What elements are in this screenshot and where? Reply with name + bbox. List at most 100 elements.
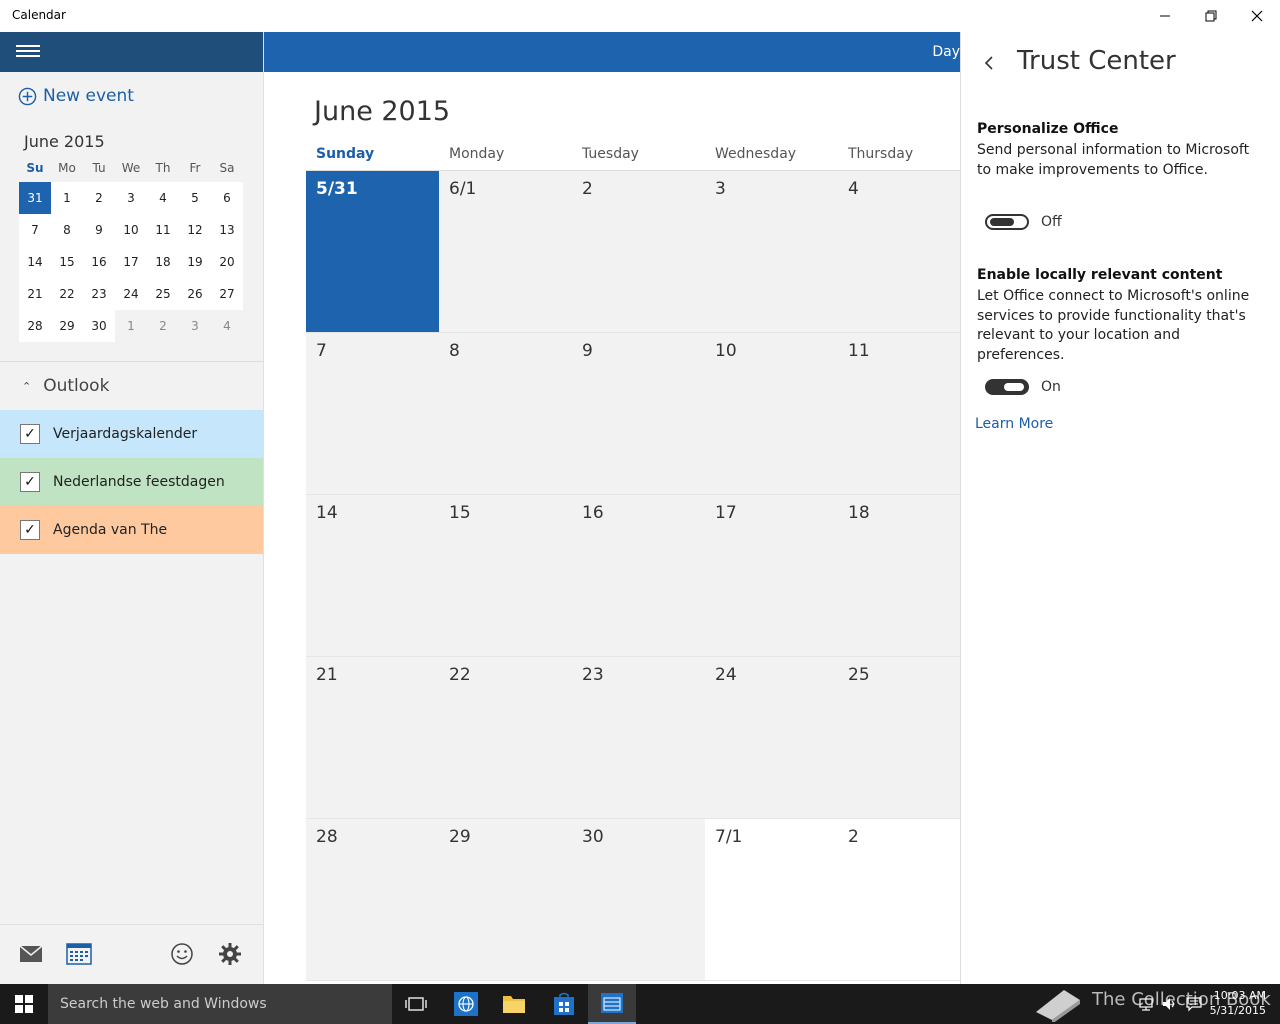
mini-day[interactable]: 13 [211, 214, 243, 246]
mini-day[interactable]: 9 [83, 214, 115, 246]
personalize-office-title: Personalize Office [977, 121, 1119, 137]
day-cell[interactable]: 11 [838, 333, 960, 495]
system-clock[interactable]: 10:03 AM 5/31/2015 [1210, 988, 1266, 1018]
weekday-label: Monday [449, 146, 505, 162]
day-cell[interactable]: 15 [439, 495, 572, 657]
day-cell[interactable]: 2 [572, 171, 705, 333]
mini-day[interactable]: 4 [147, 182, 179, 214]
back-arrow-icon[interactable] [981, 54, 999, 72]
mini-day[interactable]: 17 [115, 246, 147, 278]
day-cell[interactable]: 18 [838, 495, 960, 657]
action-center-icon[interactable] [1186, 996, 1202, 1012]
mini-day[interactable]: 21 [19, 278, 51, 310]
mail-icon[interactable] [18, 941, 44, 967]
mini-day[interactable]: 5 [179, 182, 211, 214]
hamburger-menu-icon[interactable] [16, 42, 40, 62]
day-cell[interactable]: 29 [439, 819, 572, 981]
mini-day[interactable]: 19 [179, 246, 211, 278]
day-cell[interactable]: 9 [572, 333, 705, 495]
mini-day[interactable]: 25 [147, 278, 179, 310]
calendar-app-icon[interactable] [588, 984, 636, 1024]
outlook-group-header[interactable]: ⌃ Outlook [22, 376, 109, 396]
mini-day[interactable]: 15 [51, 246, 83, 278]
day-cell[interactable]: 25 [838, 657, 960, 819]
calendar-checkbox[interactable]: ✓ [20, 520, 40, 540]
local-content-toggle[interactable] [985, 379, 1029, 395]
day-cell[interactable]: 17 [705, 495, 838, 657]
day-cell[interactable]: 7 [306, 333, 439, 495]
day-cell[interactable]: 21 [306, 657, 439, 819]
file-explorer-icon[interactable] [490, 984, 538, 1024]
mini-day[interactable]: 22 [51, 278, 83, 310]
day-cell[interactable]: 5/31 [306, 171, 439, 333]
learn-more-link[interactable]: Learn More [975, 416, 1053, 432]
mini-day[interactable]: 6 [211, 182, 243, 214]
mini-day[interactable]: 26 [179, 278, 211, 310]
day-cell[interactable]: 22 [439, 657, 572, 819]
day-cell[interactable]: 6/1 [439, 171, 572, 333]
day-number: 23 [582, 665, 604, 685]
day-cell[interactable]: 24 [705, 657, 838, 819]
new-event-button[interactable]: New event [18, 86, 134, 106]
day-view-button[interactable]: Day [932, 44, 960, 60]
mini-day[interactable]: 3 [115, 182, 147, 214]
mini-day[interactable]: 2 [147, 310, 179, 342]
calendar-icon[interactable] [66, 941, 92, 967]
day-cell[interactable]: 14 [306, 495, 439, 657]
minimize-button[interactable] [1142, 0, 1188, 32]
feedback-smiley-icon[interactable] [169, 941, 195, 967]
day-cell[interactable]: 8 [439, 333, 572, 495]
volume-icon[interactable] [1162, 996, 1178, 1012]
mini-day[interactable]: 14 [19, 246, 51, 278]
day-cell[interactable]: 28 [306, 819, 439, 981]
day-cell[interactable]: 7/1 [705, 819, 838, 981]
day-cell[interactable]: 23 [572, 657, 705, 819]
mini-day[interactable]: 16 [83, 246, 115, 278]
start-button[interactable] [0, 984, 48, 1024]
day-cell[interactable]: 16 [572, 495, 705, 657]
month-grid: 5/31 6/1 2 3 4 7 8 9 10 11 14 15 16 17 1… [306, 170, 960, 981]
mini-calendar-title[interactable]: June 2015 [24, 132, 105, 151]
day-cell[interactable]: 30 [572, 819, 705, 981]
mini-day[interactable]: 29 [51, 310, 83, 342]
mini-day[interactable]: 2 [83, 182, 115, 214]
sidebar: New event June 2015 Su Mo Tu We Th Fr Sa… [0, 32, 264, 984]
mini-day[interactable]: 1 [51, 182, 83, 214]
mini-day[interactable]: 23 [83, 278, 115, 310]
mini-day[interactable]: 18 [147, 246, 179, 278]
day-cell[interactable]: 4 [838, 171, 960, 333]
calendar-checkbox[interactable]: ✓ [20, 472, 40, 492]
store-icon[interactable] [540, 984, 588, 1024]
day-number: 10 [715, 341, 737, 361]
mini-day[interactable]: 20 [211, 246, 243, 278]
mini-day[interactable]: 11 [147, 214, 179, 246]
mini-day[interactable]: 3 [179, 310, 211, 342]
day-cell[interactable]: 2 [838, 819, 960, 981]
browser-icon[interactable] [442, 984, 490, 1024]
mini-day[interactable]: 8 [51, 214, 83, 246]
day-cell[interactable]: 3 [705, 171, 838, 333]
settings-gear-icon[interactable] [217, 941, 243, 967]
mini-day[interactable]: 4 [211, 310, 243, 342]
day-cell[interactable]: 10 [705, 333, 838, 495]
restore-button[interactable] [1188, 0, 1234, 32]
mini-day[interactable]: 30 [83, 310, 115, 342]
mini-day[interactable]: 1 [115, 310, 147, 342]
personalize-office-toggle[interactable] [985, 214, 1029, 230]
close-icon [1251, 10, 1263, 22]
calendar-checkbox[interactable]: ✓ [20, 424, 40, 444]
mini-day[interactable]: 10 [115, 214, 147, 246]
calendar-item-agenda-van-the[interactable]: ✓ Agenda van The [0, 506, 263, 554]
calendar-item-nederlandse-feestdagen[interactable]: ✓ Nederlandse feestdagen [0, 458, 263, 506]
mini-day[interactable]: 24 [115, 278, 147, 310]
task-view-icon[interactable] [392, 984, 440, 1024]
mini-day[interactable]: 31 [19, 182, 51, 214]
mini-day[interactable]: 27 [211, 278, 243, 310]
calendar-item-verjaardagskalender[interactable]: ✓ Verjaardagskalender [0, 410, 263, 458]
taskbar-search-input[interactable]: Search the web and Windows [48, 984, 392, 1024]
close-button[interactable] [1234, 0, 1280, 32]
mini-day[interactable]: 7 [19, 214, 51, 246]
mini-day[interactable]: 28 [19, 310, 51, 342]
network-icon[interactable] [1138, 996, 1154, 1012]
mini-day[interactable]: 12 [179, 214, 211, 246]
